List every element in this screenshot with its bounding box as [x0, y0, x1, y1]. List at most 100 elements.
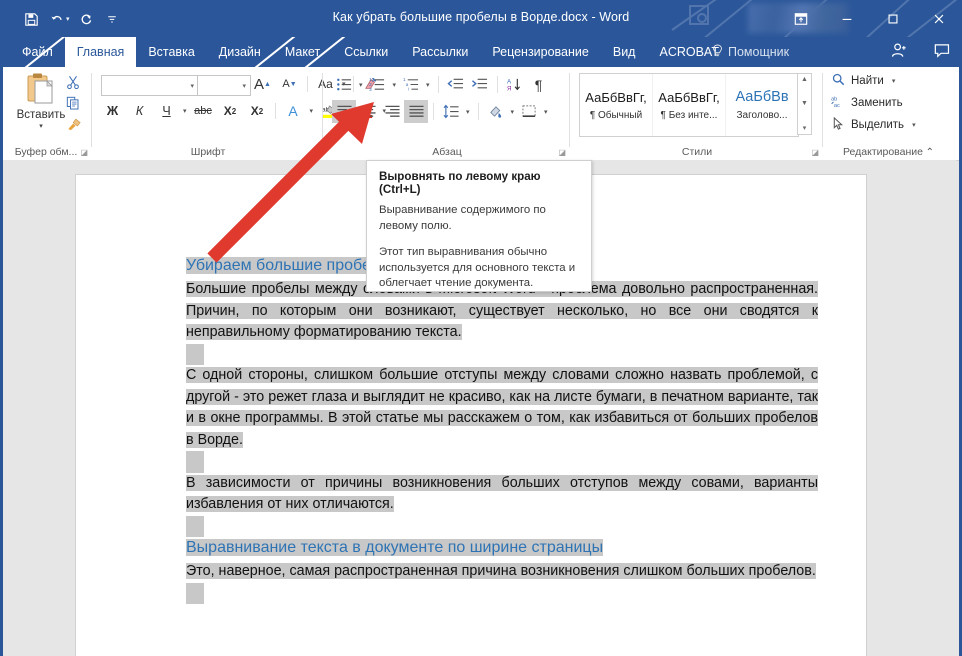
paragraph-dialog-launcher[interactable]: ◪ [558, 148, 566, 157]
tell-me-label: Помощник [728, 45, 789, 59]
borders-caret[interactable]: ▾ [541, 108, 551, 116]
align-right-button[interactable] [380, 100, 404, 123]
lightbulb-icon [712, 44, 723, 60]
editing-group-label: Редактирование [824, 146, 942, 158]
superscript-button[interactable]: X2 [244, 100, 271, 122]
paragraph-row-top: ▾ 123 ▾ 1ai ▾ AЯ [332, 73, 551, 96]
clipboard-dialog-launcher[interactable]: ◪ [80, 148, 88, 157]
tooltip-line-1: Выравнивание содержимого по левому полю. [379, 203, 579, 234]
tab-references[interactable]: Ссылки [332, 37, 400, 67]
style-item-no-spacing[interactable]: АаБбВвГг, ¶ Без инте... [653, 74, 726, 136]
text-effects-caret[interactable]: ▾ [307, 107, 317, 115]
tab-home[interactable]: Главная [65, 37, 137, 67]
shrink-font-button[interactable]: A▼ [276, 73, 303, 95]
tab-design[interactable]: Дизайн [207, 37, 273, 67]
select-caret[interactable]: ▾ [909, 121, 919, 129]
font-size-input[interactable]: ▾ [197, 75, 251, 96]
maximize-button[interactable] [870, 0, 916, 37]
tab-insert[interactable]: Вставка [136, 37, 206, 67]
divider [569, 73, 570, 147]
multilevel-caret[interactable]: ▾ [423, 81, 433, 89]
tab-file[interactable]: Файл [10, 37, 65, 67]
font-dialog-launcher[interactable]: ◪ [311, 148, 319, 157]
style-name: Заголово... [737, 110, 788, 121]
ribbon-tabs[interactable]: Файл Главная Вставка Дизайн Макет Ссылки… [10, 37, 731, 67]
tab-view[interactable]: Вид [601, 37, 648, 67]
shading-caret[interactable]: ▾ [508, 108, 518, 116]
text-effects-button[interactable]: A [280, 100, 307, 122]
ribbon-display-options-icon[interactable] [778, 0, 824, 37]
styles-scrollbar[interactable]: ▲ ▼ ▾ [797, 73, 812, 135]
align-left-button[interactable] [332, 100, 356, 123]
cursor-icon [830, 117, 846, 133]
minimize-button[interactable] [824, 0, 870, 37]
paste-dropdown-caret[interactable]: ▾ [39, 122, 43, 130]
bullets-caret[interactable]: ▾ [356, 81, 366, 89]
svg-text:ab: ab [831, 97, 837, 103]
document-content[interactable]: Убираем большие пробелы Большие пробелы … [186, 255, 818, 604]
styles-dialog-launcher[interactable]: ◪ [811, 148, 819, 157]
find-caret[interactable]: ▾ [889, 77, 899, 85]
subscript-button[interactable]: X2 [217, 100, 244, 122]
line-spacing-caret[interactable]: ▾ [463, 108, 473, 116]
find-button[interactable]: Найти ▾ [830, 73, 898, 89]
replace-label: Заменить [851, 97, 903, 109]
numbering-button[interactable]: 123 [366, 73, 390, 96]
document-paragraph-2: С одной стороны, слишком большие отступы… [186, 365, 818, 451]
word-window: ▾ Как убрать большие пробелы в Ворде.doc… [0, 0, 962, 656]
comments-icon[interactable] [934, 43, 950, 61]
font-name-caret[interactable]: ▾ [190, 82, 194, 90]
styles-gallery[interactable]: АаБбВвГг, ¶ Обычный АаБбВвГг, ¶ Без инте… [579, 73, 799, 137]
styles-scroll-up-icon[interactable]: ▲ [801, 76, 808, 83]
replace-button[interactable]: abac Заменить [830, 95, 903, 111]
multilevel-list-button[interactable]: 1ai [399, 73, 423, 96]
tell-me-box[interactable]: Помощник [712, 37, 789, 67]
numbering-caret[interactable]: ▾ [390, 81, 400, 89]
svg-text:Я: Я [507, 86, 511, 93]
font-size-caret[interactable]: ▾ [242, 82, 246, 90]
format-painter-button[interactable] [58, 113, 88, 134]
underline-caret[interactable]: ▾ [180, 107, 190, 115]
divider [322, 73, 323, 147]
collapse-ribbon-button[interactable]: ⌃ [926, 147, 934, 158]
line-spacing-button[interactable] [439, 100, 463, 123]
style-item-normal[interactable]: АаБбВвГг, ¶ Обычный [580, 74, 653, 136]
select-button[interactable]: Выделить ▾ [830, 117, 919, 133]
window-controls[interactable] [778, 0, 962, 37]
bold-button[interactable]: Ж [99, 100, 126, 122]
svg-text:3: 3 [369, 87, 372, 92]
italic-button[interactable]: К [126, 100, 153, 122]
increase-indent-button[interactable] [468, 73, 492, 96]
justify-button[interactable] [404, 100, 428, 123]
style-item-heading[interactable]: АаБбВв Заголово... [726, 74, 798, 136]
account-icon[interactable] [891, 42, 908, 63]
align-center-button[interactable] [356, 100, 380, 123]
group-paragraph: ▾ 123 ▾ 1ai ▾ AЯ [324, 67, 570, 160]
decrease-indent-button[interactable] [444, 73, 468, 96]
close-button[interactable] [916, 0, 962, 37]
svg-text:i: i [407, 87, 408, 92]
shading-button[interactable] [484, 100, 508, 123]
tab-review[interactable]: Рецензирование [480, 37, 601, 67]
tooltip-line-2: Этот тип выравнивания обычно используетс… [379, 245, 579, 292]
styles-group-label: Стили [571, 146, 823, 158]
grow-font-button[interactable]: A▲ [249, 73, 276, 95]
borders-button[interactable] [517, 100, 541, 123]
strikethrough-button[interactable]: abc [190, 100, 217, 122]
tab-mailings[interactable]: Рассылки [400, 37, 480, 67]
cut-button[interactable] [58, 71, 88, 92]
font-group-label: Шрифт [93, 146, 323, 158]
show-formatting-marks-button[interactable]: ¶ [527, 73, 551, 96]
title-bar: ▾ Как убрать большие пробелы в Ворде.doc… [0, 0, 962, 37]
sort-button[interactable]: AЯ [503, 73, 527, 96]
search-icon [830, 73, 846, 89]
font-name-input[interactable]: ▾ [101, 75, 199, 96]
copy-button[interactable] [58, 92, 88, 113]
tab-layout[interactable]: Макет [273, 37, 332, 67]
styles-more-icon[interactable]: ▾ [803, 124, 807, 132]
blank-line [186, 583, 818, 605]
underline-button[interactable]: Ч [153, 100, 180, 122]
bullets-button[interactable] [332, 73, 356, 96]
styles-scroll-down-icon[interactable]: ▼ [801, 100, 808, 107]
blank-line [186, 516, 818, 538]
